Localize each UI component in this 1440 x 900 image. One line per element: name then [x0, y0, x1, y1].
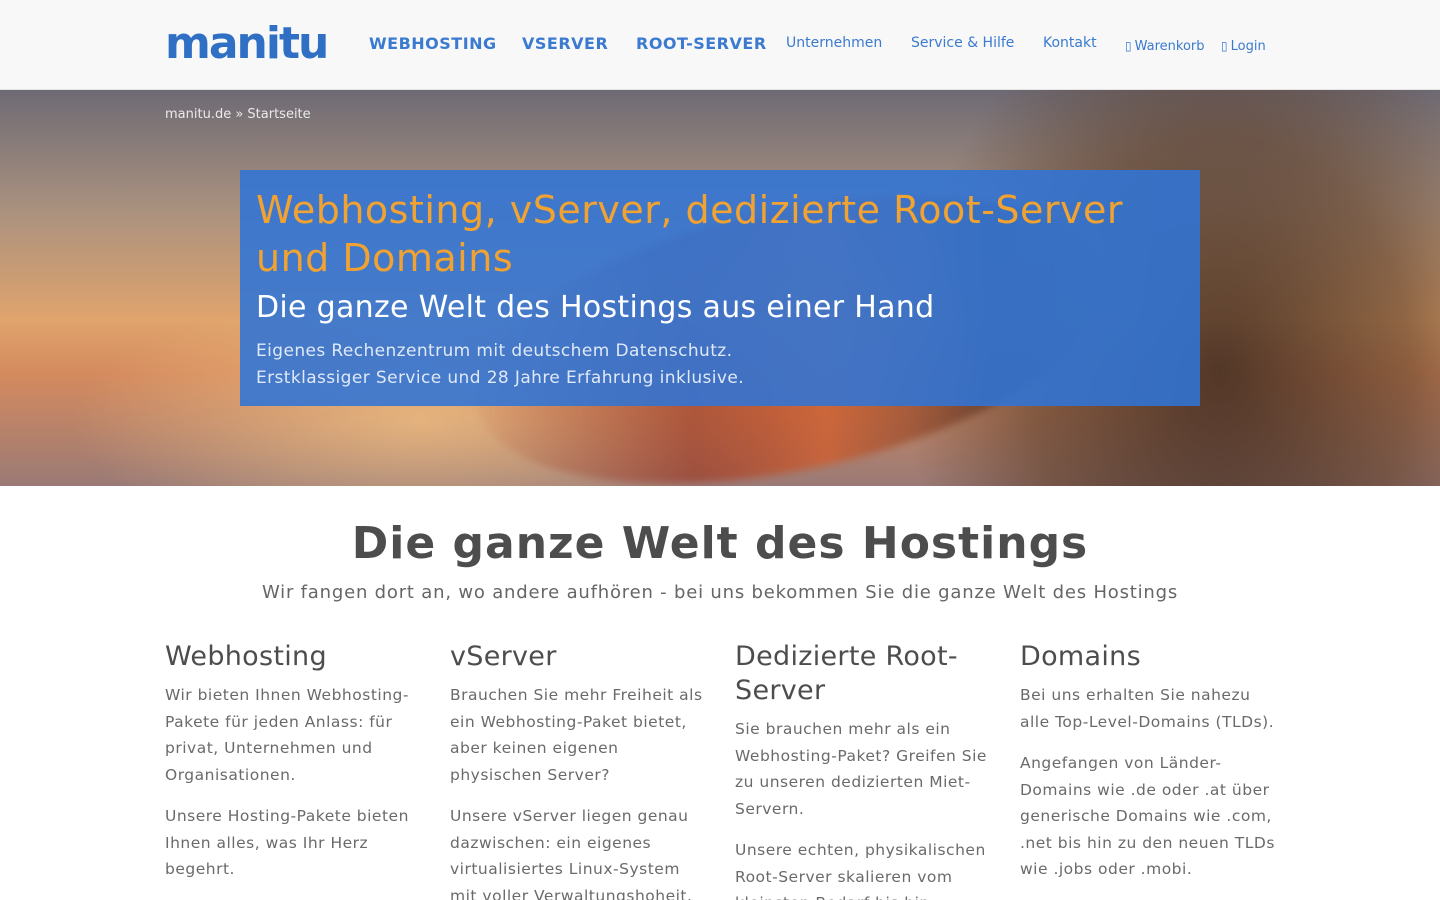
- column-text: Wir bieten Ihnen Webhosting-Pakete für j…: [165, 686, 409, 784]
- column-title[interactable]: Dedizierte Root-Server: [735, 640, 990, 708]
- hero-title-line1: Webhosting, vServer, dedizierte Root-Ser…: [256, 188, 1124, 232]
- hero-text-line2: Erstklassiger Service und 28 Jahre Erfah…: [256, 368, 744, 388]
- column-vserver: vServer Brauchen Sie mehr Freiheit als e…: [450, 640, 705, 900]
- hero-description: Eigenes Rechenzentrum mit deutschem Date…: [256, 338, 1184, 392]
- column-title[interactable]: Domains: [1020, 640, 1275, 674]
- login-link[interactable]: ▯ Login: [1221, 39, 1266, 54]
- column-text: Unsere Hosting-Pakete bieten Ihnen alles…: [165, 807, 409, 878]
- manitu-logo[interactable]: manitu: [165, 18, 329, 70]
- hero-title: Webhosting, vServer, dedizierte Root-Ser…: [256, 186, 1184, 282]
- cart-link[interactable]: ▯ Warenkorb: [1125, 39, 1205, 54]
- cart-icon: ▯: [1125, 39, 1132, 53]
- intro-subtitle: Wir fangen dort an, wo andere aufhören -…: [261, 582, 1179, 603]
- hero-banner: manitu.de » Startseite Webhosting, vServ…: [0, 90, 1440, 486]
- column-text: Unsere echten, physikalischen Root-Serve…: [735, 841, 986, 900]
- column-text: Sie brauchen mehr als ein Webhosting-Pak…: [735, 720, 987, 818]
- column-title[interactable]: Webhosting: [165, 640, 420, 674]
- column-text: Brauchen Sie mehr Freiheit als ein Webho…: [450, 686, 703, 784]
- hero-subtitle: Die ganze Welt des Hostings aus einer Ha…: [256, 290, 935, 325]
- column-webhosting: Webhosting Wir bieten Ihnen Webhosting-P…: [165, 640, 420, 898]
- nav-vserver[interactable]: VSERVER: [522, 34, 608, 53]
- breadcrumb[interactable]: manitu.de » Startseite: [165, 107, 311, 122]
- nav-webhosting[interactable]: WEBHOSTING: [369, 34, 497, 53]
- column-title[interactable]: vServer: [450, 640, 705, 674]
- column-root-server: Dedizierte Root-Server Sie brauchen mehr…: [735, 640, 990, 900]
- nav-service-hilfe[interactable]: Service & Hilfe: [911, 35, 1014, 51]
- hero-title-line2: und Domains: [256, 236, 514, 280]
- hero-text-line1: Eigenes Rechenzentrum mit deutschem Date…: [256, 341, 733, 361]
- intro-title: Die ganze Welt des Hostings: [351, 518, 1089, 569]
- column-text: Bei uns erhalten Sie nahezu alle Top-Lev…: [1020, 686, 1275, 731]
- hero-text-box: Webhosting, vServer, dedizierte Root-Ser…: [240, 170, 1200, 406]
- nav-root-server[interactable]: ROOT-SERVER: [636, 34, 767, 53]
- column-text: Unsere vServer liegen genau dazwischen: …: [450, 807, 693, 900]
- column-text: Angefangen von Länder-Domains wie .de od…: [1020, 754, 1275, 878]
- login-label: Login: [1230, 39, 1266, 54]
- cart-label: Warenkorb: [1134, 39, 1205, 54]
- nav-unternehmen[interactable]: Unternehmen: [786, 35, 882, 51]
- nav-kontakt[interactable]: Kontakt: [1043, 35, 1097, 51]
- column-domains: Domains Bei uns erhalten Sie nahezu alle…: [1020, 640, 1275, 898]
- user-icon: ▯: [1221, 39, 1228, 53]
- site-header: manitu WEBHOSTING VSERVER ROOT-SERVER Un…: [0, 0, 1440, 90]
